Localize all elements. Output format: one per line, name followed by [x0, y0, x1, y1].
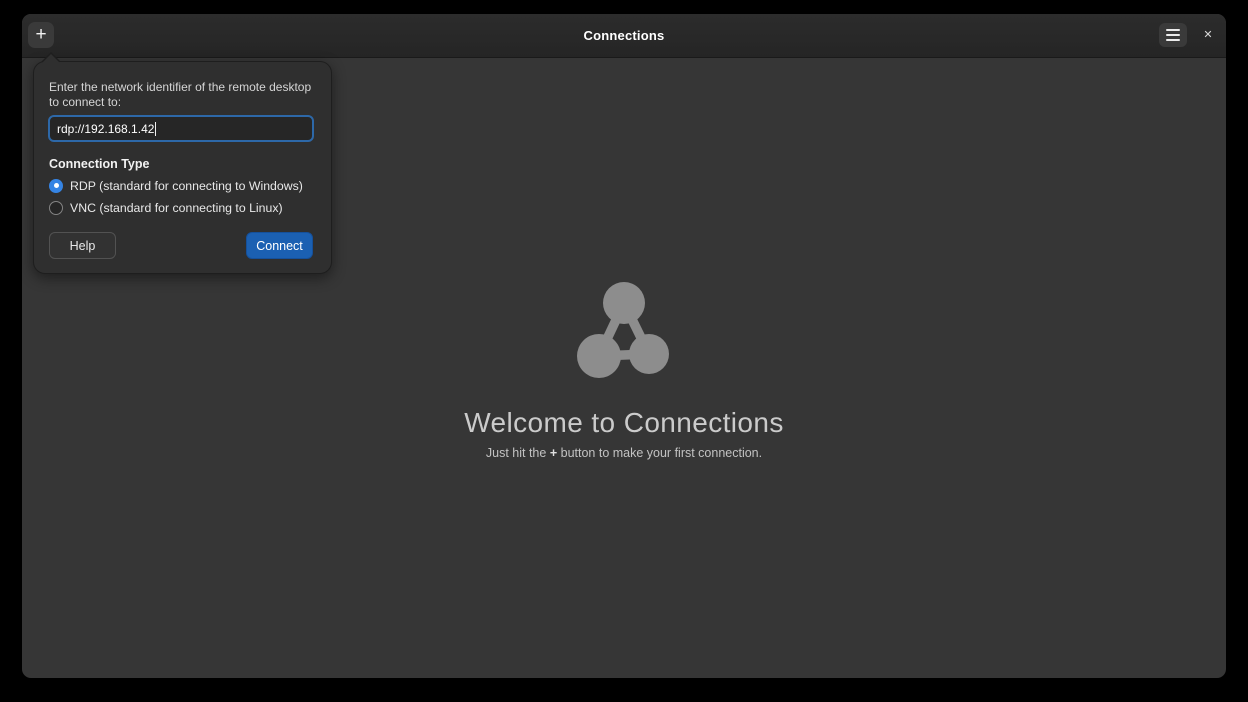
text-caret — [155, 122, 156, 136]
connections-network-icon — [574, 277, 674, 381]
window-title: Connections — [22, 14, 1226, 57]
hamburger-menu-icon — [1166, 29, 1180, 41]
main-menu-button[interactable] — [1159, 23, 1187, 47]
address-input[interactable]: rdp://192.168.1.42 — [48, 115, 314, 142]
welcome-title: Welcome to Connections — [22, 407, 1226, 439]
new-connection-popover: Enter the network identifier of the remo… — [33, 61, 332, 274]
empty-state: Welcome to Connections Just hit the + bu… — [22, 277, 1226, 461]
address-prompt-label: Enter the network identifier of the remo… — [49, 80, 319, 110]
connection-type-label: Connection Type — [49, 157, 149, 171]
radio-unchecked-icon — [49, 201, 63, 215]
close-icon: ✕ — [1203, 30, 1212, 41]
radio-option-rdp[interactable]: RDP (standard for connecting to Windows) — [49, 178, 303, 193]
address-value: rdp://192.168.1.42 — [57, 122, 154, 136]
rdp-option-label: RDP (standard for connecting to Windows) — [70, 179, 303, 193]
welcome-subtitle: Just hit the + button to make your first… — [22, 445, 1226, 461]
radio-checked-icon — [49, 179, 63, 193]
connect-button[interactable]: Connect — [246, 232, 313, 259]
subtitle-suffix: button to make your first connection. — [557, 446, 762, 460]
help-button[interactable]: Help — [49, 232, 116, 259]
radio-option-vnc[interactable]: VNC (standard for connecting to Linux) — [49, 200, 283, 215]
add-connection-button[interactable]: + — [28, 22, 54, 48]
headerbar: Connections + ✕ — [22, 14, 1226, 58]
close-window-button[interactable]: ✕ — [1198, 24, 1218, 46]
plus-icon: + — [35, 25, 46, 44]
subtitle-prefix: Just hit the — [486, 446, 550, 460]
vnc-option-label: VNC (standard for connecting to Linux) — [70, 201, 283, 215]
